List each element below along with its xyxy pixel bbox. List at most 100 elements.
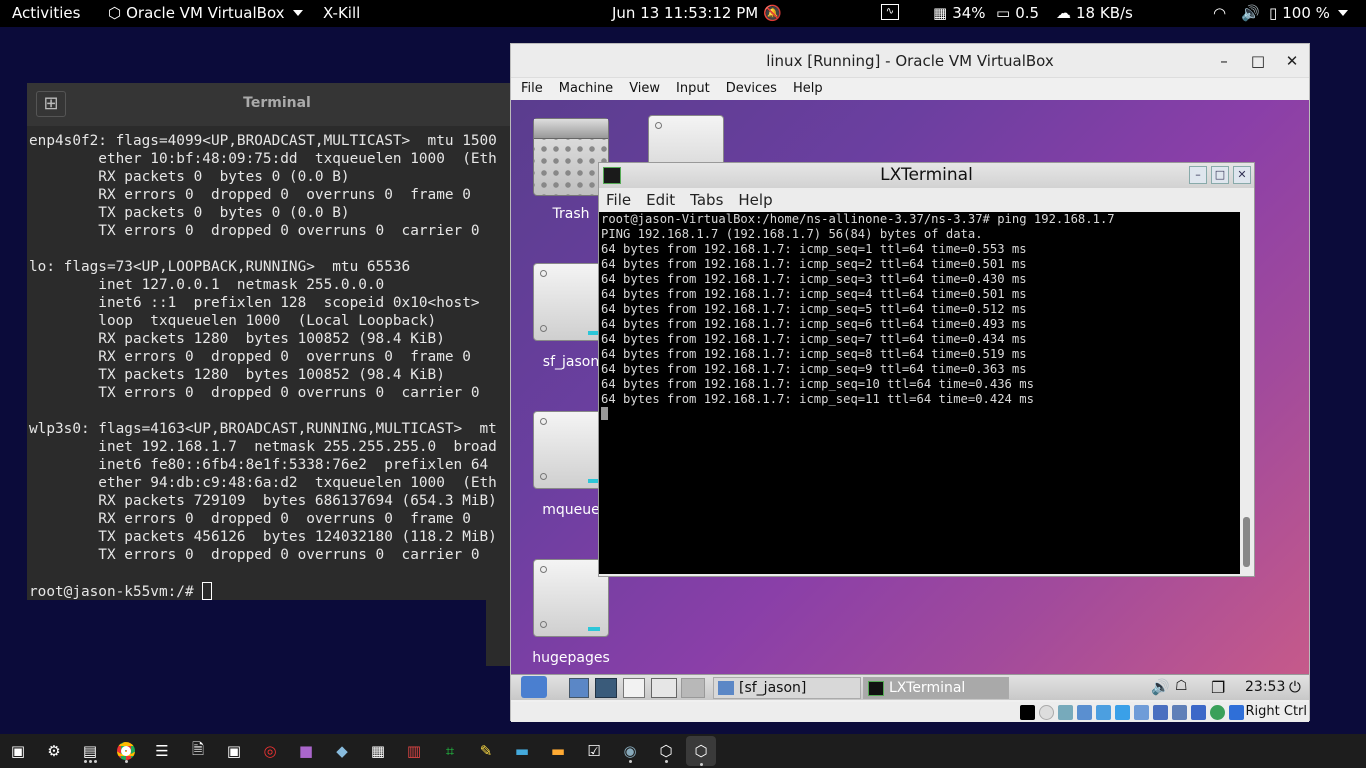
settings-gear-icon[interactable]: ⚙	[42, 739, 66, 763]
help-lifebuoy-icon[interactable]: ◎	[258, 739, 282, 763]
scrollbar-thumb[interactable]	[1243, 517, 1250, 567]
slack-icon[interactable]: ⌗	[438, 739, 462, 763]
file-manager-icon[interactable]	[569, 678, 589, 698]
scrollbar[interactable]	[1240, 212, 1254, 574]
host-terminal-window[interactable]: ⊞ Terminal enp4s0f2: flags=4099<UP,BROAD…	[27, 83, 527, 600]
menu-help[interactable]: Help	[738, 188, 772, 212]
lxterminal-screen[interactable]: root@jason-VirtualBox:/home/ns-allinone-…	[599, 212, 1242, 574]
xkill-label: X-Kill	[323, 4, 361, 22]
cpu-status-icon[interactable]	[1172, 705, 1187, 720]
minimize-button[interactable]: –	[1189, 166, 1207, 184]
load-indicator[interactable]: ▭ 0.5	[996, 4, 1039, 22]
notes-icon[interactable]: ✎	[474, 739, 498, 763]
volume-icon[interactable]: 🔊	[1151, 678, 1171, 698]
top-bar: Activities ⬡ Oracle VM VirtualBox X-Kill…	[0, 0, 1366, 27]
terminal-headerbar[interactable]: ⊞ Terminal	[27, 83, 527, 126]
shared-folders-icon[interactable]	[1115, 705, 1130, 720]
menu-file[interactable]: File	[606, 188, 631, 212]
terminal-launcher-icon[interactable]	[623, 678, 645, 698]
display-status-icon[interactable]	[1020, 705, 1035, 720]
app-menu[interactable]: ⬡ Oracle VM VirtualBox	[108, 4, 303, 22]
maximize-button[interactable]: □	[1211, 166, 1229, 184]
menu-start-icon[interactable]	[521, 676, 547, 698]
maximize-button[interactable]: □	[1247, 50, 1269, 72]
menu-tabs[interactable]: Tabs	[690, 188, 723, 212]
network-globe-icon[interactable]: ◉	[618, 739, 642, 763]
host-key-label[interactable]: Right Ctrl	[1229, 704, 1308, 719]
menu-help[interactable]: Help	[793, 78, 823, 100]
system-monitor-icon[interactable]: ☑	[582, 739, 606, 763]
guest-additions-icon[interactable]	[1210, 705, 1225, 720]
display-icon[interactable]: ❐	[1211, 678, 1235, 698]
terminal-prompt-line[interactable]: root@jason-k55vm:/#	[29, 582, 527, 600]
lxterminal-menubar: File Edit Tabs Help	[599, 188, 1254, 212]
virtualbox-manager-icon[interactable]: ⬡	[654, 739, 678, 763]
terminal-app-icon	[868, 680, 884, 696]
system-monitor-icon[interactable]: ∿	[881, 4, 899, 20]
terminal-line: TX errors 0 dropped 0 overruns 0 carrier…	[29, 547, 480, 563]
guest-clock[interactable]: 23:53	[1245, 679, 1285, 699]
desktop-icon-label: hugepages	[532, 650, 610, 666]
display-settings-icon[interactable]	[1134, 705, 1149, 720]
menu-devices[interactable]: Devices	[726, 78, 777, 100]
terminal-output[interactable]: enp4s0f2: flags=4099<UP,BROADCAST,MULTIC…	[27, 126, 527, 600]
network-adapter-icon[interactable]	[1077, 705, 1092, 720]
menu-input[interactable]: Input	[676, 78, 710, 100]
minimize-button[interactable]: –	[1213, 50, 1235, 72]
guest-desktop[interactable]: Trash sf_jason mqueue hugepages LXTermin…	[511, 100, 1309, 676]
menu-edit[interactable]: Edit	[646, 188, 675, 212]
battery-indicator[interactable]: ▯ 100 %	[1269, 4, 1348, 22]
pdf-icon[interactable]: ▥	[402, 739, 426, 763]
mouse-integration-icon[interactable]	[1191, 705, 1206, 720]
power-icon[interactable]: ⏻	[1289, 678, 1307, 698]
vbox-statusbar: Right Ctrl	[511, 702, 1309, 722]
optical-drive-icon[interactable]	[1039, 705, 1054, 720]
wifi-icon[interactable]: ◠	[1213, 4, 1226, 22]
taskbar-item-sf-jason[interactable]: [sf_jason]	[713, 677, 861, 699]
network-icon[interactable]: ☖	[1175, 678, 1199, 698]
app-icon[interactable]: ◆	[330, 739, 354, 763]
usb-icon[interactable]	[1096, 705, 1111, 720]
screen-icon[interactable]: ▬	[510, 739, 534, 763]
chrome-icon[interactable]	[114, 739, 138, 763]
cloud-icon: ☁	[1056, 4, 1071, 22]
folder-icon[interactable]: ▬	[546, 739, 570, 763]
network-speed-indicator[interactable]: ☁ 18 KB/s	[1056, 4, 1133, 22]
battery-label: 100 %	[1282, 4, 1330, 22]
desktop-switch-icon[interactable]	[595, 678, 617, 698]
cpu-indicator[interactable]: ▦ 34%	[933, 4, 986, 22]
volume-icon[interactable]: 🔊	[1241, 4, 1260, 22]
terminal-output[interactable]: root@jason-VirtualBox:/home/ns-allinone-…	[599, 212, 1242, 422]
screenshot-icon[interactable]: ▣	[222, 739, 246, 763]
clock[interactable]: Jun 13 11:53:12 PM 🔕	[612, 4, 782, 22]
close-button[interactable]: ✕	[1233, 166, 1251, 184]
terminal-line: 64 bytes from 192.168.1.7: icmp_seq=8 tt…	[601, 347, 1027, 361]
menu-machine[interactable]: Machine	[559, 78, 613, 100]
document-icon[interactable]: 🗎	[186, 739, 210, 763]
terminal-line: TX packets 456126 bytes 124032180 (118.2…	[29, 529, 497, 545]
lxterminal-title: LXTerminal	[880, 165, 973, 185]
audio-icon[interactable]	[1058, 705, 1073, 720]
lxterminal-titlebar[interactable]: LXTerminal – □ ✕	[599, 163, 1254, 188]
vbox-titlebar[interactable]: linux [Running] - Oracle VM VirtualBox –…	[511, 44, 1309, 78]
text-editor-icon[interactable]: ☰	[150, 739, 174, 763]
show-apps-icon[interactable]: ▣	[6, 739, 30, 763]
xkill-button[interactable]: X-Kill	[323, 4, 360, 22]
terminal-icon[interactable]: ▤	[78, 739, 102, 763]
calculator-icon[interactable]: ▦	[366, 739, 390, 763]
media-icon[interactable]: ■	[294, 739, 318, 763]
workspace-2-icon[interactable]	[681, 678, 705, 698]
lxterminal-window[interactable]: LXTerminal – □ ✕ File Edit Tabs Help roo…	[598, 162, 1255, 577]
menu-file[interactable]: File	[521, 78, 543, 100]
virtualbox-vm-icon[interactable]: ⬡	[686, 736, 716, 766]
menu-view[interactable]: View	[629, 78, 660, 100]
close-button[interactable]: ✕	[1281, 50, 1303, 72]
taskbar-item-lxterminal[interactable]: LXTerminal	[863, 677, 1009, 699]
virtualbox-window[interactable]: linux [Running] - Oracle VM VirtualBox –…	[510, 43, 1310, 722]
dock: ▣ ⚙ ▤ ☰ 🗎 ▣ ◎ ■ ◆ ▦ ▥ ⌗ ✎ ▬ ▬ ☑ ◉ ⬡ ⬡	[0, 734, 1366, 768]
workspace-1-icon[interactable]	[651, 678, 677, 698]
video-capture-icon[interactable]	[1153, 705, 1168, 720]
terminal-line: loop txqueuelen 1000 (Local Loopback)	[29, 313, 437, 329]
activities-button[interactable]: Activities	[12, 4, 80, 22]
